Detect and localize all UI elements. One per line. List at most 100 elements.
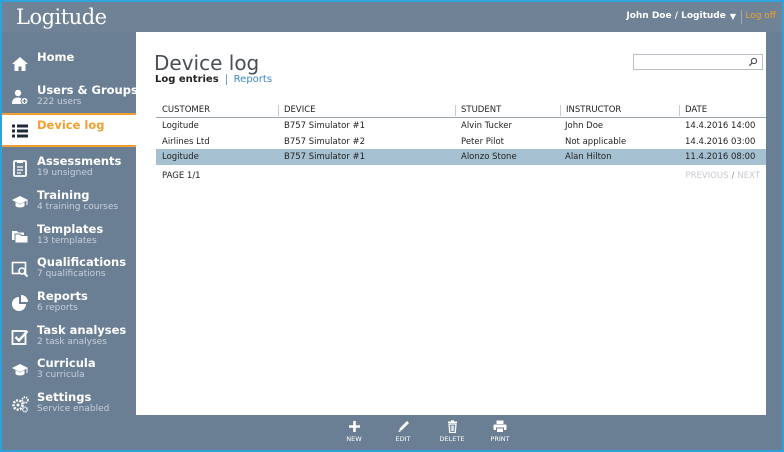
sidebar-item-home[interactable]: Home <box>2 46 136 80</box>
sidebar-item-task-analyses[interactable]: Task analyses 2 task analyses <box>2 319 136 353</box>
delete-button[interactable]: DELETE <box>432 420 472 448</box>
main-content: Device log Log entries Reports CUSTOMER … <box>136 32 766 415</box>
sidebar-item-label: Task analyses <box>37 323 127 337</box>
cell-date: 14.4.2016 03:00 <box>685 136 756 147</box>
sidebar-item-reports[interactable]: Reports 6 reports <box>2 285 136 319</box>
delete-label: DELETE <box>439 435 465 443</box>
print-label: PRINT <box>490 435 510 443</box>
sidebar-item-label: Reports <box>37 289 88 303</box>
sidebar-item-training[interactable]: Training 4 training courses <box>2 184 136 218</box>
sidebar-item-settings[interactable]: Settings Service enabled <box>2 386 136 420</box>
print-button[interactable]: PRINT <box>480 420 520 448</box>
column-header-customer[interactable]: CUSTOMER <box>162 105 210 116</box>
table-row[interactable]: Airlines Ltd B757 Simulator #2 Peter Pil… <box>156 134 766 150</box>
sidebar-item-count: 4 training courses <box>37 202 119 212</box>
sidebar-item-count: 2 task analyses <box>37 337 107 347</box>
cell-customer: Logitude <box>162 152 199 162</box>
sidebar-item-label: Templates <box>37 222 104 236</box>
pager-separator: / <box>731 171 735 181</box>
tab-log-entries[interactable]: Log entries <box>155 74 219 85</box>
folders-icon <box>12 231 29 244</box>
users-icon <box>12 89 29 105</box>
column-header-student[interactable]: STUDENT <box>455 105 501 116</box>
next-link[interactable]: NEXT <box>737 171 760 181</box>
sidebar-item-label: Assessments <box>37 154 122 168</box>
sidebar-item-label: Training <box>37 188 90 202</box>
cell-device: B757 Simulator #2 <box>284 136 366 147</box>
trash-icon <box>447 420 457 433</box>
cell-date: 11.4.2016 08:00 <box>685 152 756 162</box>
edit-label: EDIT <box>395 435 411 443</box>
printer-icon <box>493 420 507 433</box>
graduation-cap-icon <box>12 196 28 208</box>
search-icon[interactable] <box>748 57 758 67</box>
pencil-icon <box>397 421 409 432</box>
certificate-search-icon <box>11 261 29 278</box>
column-header-device[interactable]: DEVICE <box>278 105 316 116</box>
pager-nav: PREVIOUS / NEXT <box>685 171 760 181</box>
sidebar: Home Users & Groups 222 users Device log <box>2 32 138 415</box>
bottom-toolbar: NEW EDIT DELETE PRINT <box>136 415 782 450</box>
app-window: Logitude John Doe / Logitude ▼ Log off H… <box>2 2 782 450</box>
sidebar-item-count: 6 reports <box>37 303 78 313</box>
checkbox-icon <box>11 330 29 345</box>
new-label: NEW <box>346 435 362 443</box>
user-name: John Doe / Logitude <box>626 11 726 21</box>
sidebar-item-count: 3 curricula <box>37 370 85 380</box>
cell-customer: Airlines Ltd <box>162 136 210 147</box>
sidebar-item-label: Settings <box>37 390 92 404</box>
sidebar-item-count: 7 qualifications <box>37 269 106 279</box>
page-indicator: PAGE 1/1 <box>162 171 201 181</box>
plus-icon <box>348 421 360 432</box>
table-row[interactable]: Logitude B757 Simulator #1 Alonzo Stone … <box>156 149 766 165</box>
cell-instructor: Alan Hilton <box>565 152 612 162</box>
sidebar-item-count: 13 templates <box>37 236 97 246</box>
user-menu[interactable]: John Doe / Logitude ▼ <box>626 11 736 21</box>
cell-student: Alvin Tucker <box>461 121 512 131</box>
chevron-down-icon: ▼ <box>729 11 736 21</box>
sidebar-item-label: Users & Groups <box>37 83 138 97</box>
pie-chart-icon <box>12 295 28 311</box>
previous-link[interactable]: PREVIOUS <box>685 171 728 181</box>
top-bar: Logitude John Doe / Logitude ▼ Log off <box>2 2 782 32</box>
logoff-link[interactable]: Log off <box>745 11 776 21</box>
table-header: CUSTOMER DEVICE STUDENT INSTRUCTOR DATE <box>156 102 766 118</box>
sidebar-item-count: 19 unsigned <box>37 168 93 178</box>
sidebar-item-count: Service enabled <box>37 404 110 414</box>
column-header-instructor[interactable]: INSTRUCTOR <box>560 105 621 116</box>
cell-device: B757 Simulator #1 <box>284 121 366 131</box>
cell-device: B757 Simulator #1 <box>284 152 366 162</box>
new-button[interactable]: NEW <box>334 420 374 448</box>
device-log-table: CUSTOMER DEVICE STUDENT INSTRUCTOR DATE … <box>156 102 766 165</box>
sidebar-item-count: 222 users <box>37 97 82 107</box>
sidebar-item-assessments[interactable]: Assessments 19 unsigned <box>2 150 136 184</box>
sidebar-item-curricula[interactable]: Curricula 3 curricula <box>2 352 136 386</box>
subtabs: Log entries Reports <box>155 74 272 85</box>
cell-date: 14.4.2016 14:00 <box>685 121 756 131</box>
sidebar-item-qualifications[interactable]: Qualifications 7 qualifications <box>2 251 136 285</box>
sidebar-item-label: Home <box>37 50 75 64</box>
home-icon <box>12 57 28 71</box>
list-icon <box>12 124 28 138</box>
sidebar-item-label: Qualifications <box>37 255 127 269</box>
column-header-date[interactable]: DATE <box>679 105 707 116</box>
logo: Logitude <box>16 5 107 29</box>
edit-button[interactable]: EDIT <box>383 420 423 448</box>
table-row[interactable]: Logitude B757 Simulator #1 Alvin Tucker … <box>156 118 766 134</box>
divider <box>741 10 742 24</box>
sidebar-item-label: Curricula <box>37 356 96 370</box>
sidebar-item-device-log[interactable]: Device log <box>2 113 136 147</box>
cell-student: Peter Pilot <box>461 136 505 147</box>
cell-instructor: John Doe <box>565 121 604 131</box>
sidebar-item-label: Device log <box>37 118 105 132</box>
page-title: Device log <box>154 51 260 75</box>
search-box[interactable] <box>633 54 763 75</box>
sidebar-item-users-groups[interactable]: Users & Groups 222 users <box>2 79 138 113</box>
graduation-cap-icon <box>12 364 28 376</box>
tab-reports[interactable]: Reports <box>234 74 272 85</box>
clipboard-icon <box>13 160 27 177</box>
gears-icon <box>12 396 29 413</box>
cell-customer: Logitude <box>162 121 199 131</box>
sidebar-item-templates[interactable]: Templates 13 templates <box>2 218 136 252</box>
search-input[interactable] <box>637 61 747 75</box>
